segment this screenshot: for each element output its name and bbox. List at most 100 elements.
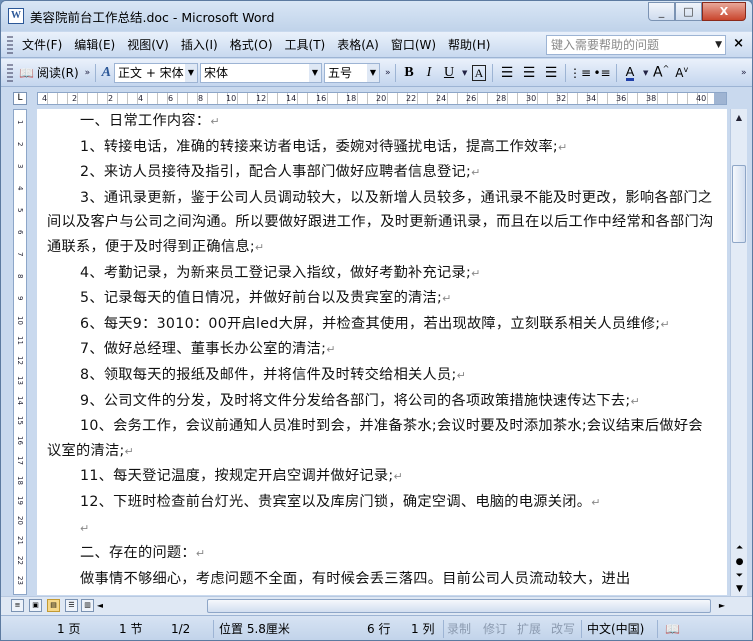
font-color-chevron-down-icon[interactable]: ▼ [640,63,650,83]
menu-view[interactable]: 视图(V) [121,34,175,56]
menu-grip-handle[interactable] [7,35,13,54]
paragraph-mark-icon: ↵ [393,470,404,484]
status-extend-selection[interactable]: 扩展 [517,620,541,638]
underline-button[interactable]: U [439,63,459,83]
next-page-icon[interactable]: ⏷ [731,569,748,583]
bulleted-list-icon: •≡ [593,65,611,80]
scroll-left-arrow-icon[interactable]: ◄ [93,599,107,613]
vertical-scroll-thumb[interactable] [732,165,746,243]
status-track-changes[interactable]: 修订 [483,620,507,638]
horizontal-ruler[interactable]: 4 2 2 4 6 8 10 12 14 16 18 20 22 24 26 2… [37,92,727,105]
help-search-input[interactable]: 键入需要帮助的问题 ▼ [546,35,726,55]
grow-font-button[interactable]: A^ [650,63,672,83]
shrink-font-button[interactable]: Av [672,63,691,83]
character-border-button[interactable]: A [469,63,489,83]
toolbar-grip-handle[interactable] [7,63,13,82]
menu-insert[interactable]: 插入(I) [175,34,224,56]
book-icon: 📖 [19,65,34,80]
bulleted-list-button[interactable]: •≡ [591,63,613,83]
align-right-button[interactable]: ☰ [540,63,562,83]
menu-format[interactable]: 格式(O) [224,34,279,56]
spelling-status-icon[interactable]: 📖 [665,620,680,638]
toolbar-options-chevron-icon[interactable]: » [738,63,748,83]
print-layout-view-icon[interactable]: ▤ [47,599,60,612]
vertical-ruler[interactable]: 1 2 3 4 5 6 7 8 9 10 11 12 13 14 15 16 1… [13,109,27,595]
tab-stop-selector[interactable]: L [13,92,27,105]
outline-view-icon[interactable]: ☰ [65,599,78,612]
horizontal-scroll-thumb[interactable] [207,599,711,613]
toolbar-options-chevron-icon[interactable]: » [382,63,392,83]
document-paragraph[interactable]: 1、转接电话，准确的转接来访者电话，委婉对待骚扰电话，提高工作效率;↵ [47,135,715,161]
horizontal-scrollbar[interactable]: ◄ ► [93,599,729,613]
browse-object-icon[interactable]: ● [731,555,748,569]
scroll-up-arrow-icon[interactable]: ▲ [731,109,747,126]
document-body[interactable]: 一、日常工作内容：↵ 1、转接电话，准确的转接来访者电话，委婉对待骚扰电话，提高工… [47,109,715,591]
font-color-button[interactable]: A [620,63,640,83]
previous-page-icon[interactable]: ⏶ [731,541,748,555]
ruler-label: 14 [286,94,297,103]
paragraph-mark-icon: ↵ [591,495,601,509]
document-paragraph[interactable]: 做事情不够细心，考虑问题不全面，有时候会丢三落四。目前公司人员流动较大，进出 [47,567,715,592]
document-paragraph[interactable]: 8、领取每天的报纸及邮件，并将信件及时转交给相关人员;↵ [47,363,715,389]
bold-button[interactable]: B [399,63,419,83]
minimize-button[interactable]: _ [648,2,675,21]
status-page-count: 1/2 [171,622,191,636]
ruler-label: 28 [496,94,507,103]
document-paragraph[interactable]: 3、通讯录更新，鉴于公司人员调动较大，以及新增人员较多，通讯录不能及时更改，影响… [47,186,715,261]
toolbar-options-chevron-icon[interactable]: » [82,63,92,83]
chevron-down-icon[interactable]: ▼ [185,63,197,82]
status-overtype[interactable]: 改写 [551,620,575,638]
document-paragraph[interactable]: 一、日常工作内容：↵ [47,109,715,135]
numbered-list-button[interactable]: ⋮≡ [569,63,591,83]
menu-help[interactable]: 帮助(H) [442,34,496,56]
web-layout-view-icon[interactable]: ▣ [29,599,42,612]
normal-view-icon[interactable]: ≡ [11,599,24,612]
align-left-button[interactable]: ☰ [496,63,518,83]
document-paragraph[interactable]: 5、记录每天的值日情况，并做好前台以及贵宾室的清洁;↵ [47,286,715,312]
scroll-down-arrow-icon[interactable]: ▼ [731,582,748,596]
status-record-macro[interactable]: 录制 [447,620,471,638]
italic-button[interactable]: I [419,63,439,83]
document-paragraph[interactable]: 12、下班时检查前台灯光、贵宾室以及库房门锁，确定空调、电脑的电源关闭。↵ [47,490,715,516]
reading-layout-button[interactable]: 📖 阅读(R) [16,63,82,83]
status-separator [443,620,444,638]
document-paragraph[interactable]: 6、每天9：3010：00开启led大屏，并检查其使用，若出现故障，立刻联系相关… [47,312,715,338]
document-paragraph[interactable]: 2、来访人员接待及指引，配合人事部门做好应聘者信息登记;↵ [47,160,715,186]
paragraph-text: 4、考勤记录，为新来员工登记录入指纹，做好考勤补充记录; [80,264,472,281]
menu-window[interactable]: 窗口(W) [385,34,442,56]
status-language[interactable]: 中文(中国) [587,620,644,638]
menu-edit[interactable]: 编辑(E) [68,34,121,56]
document-page[interactable]: 一、日常工作内容：↵ 1、转接电话，准确的转接来访者电话，委婉对待骚扰电话，提高工… [37,109,727,595]
paragraph-mark-icon: ↵ [80,521,90,535]
document-paragraph[interactable]: 4、考勤记录，为新来员工登记录入指纹，做好考勤补充记录;↵ [47,261,715,287]
document-paragraph[interactable]: 10、会务工作，会议前通知人员准时到会，并准备茶水;会议时要及时添加茶水;会议结… [47,414,715,464]
vruler-label: 6 [16,230,24,235]
document-paragraph[interactable]: 7、做好总经理、董事长办公室的清洁;↵ [47,337,715,363]
align-center-button[interactable]: ☰ [518,63,540,83]
maximize-button[interactable]: □ [675,2,702,21]
vruler-label: 13 [16,376,24,385]
word-app-icon[interactable]: W [8,8,24,24]
chevron-down-icon[interactable]: ▼ [715,36,722,54]
chevron-down-icon[interactable]: ▼ [309,63,321,82]
style-select[interactable]: 正文 + 宋体 ▼ [114,62,198,83]
close-button[interactable]: X [702,2,746,21]
close-document-button[interactable]: × [733,36,744,51]
chevron-down-icon[interactable]: ▼ [367,63,379,82]
underline-options-chevron-down-icon[interactable]: ▼ [459,63,469,83]
document-paragraph[interactable]: ↵ [47,516,715,542]
menu-bar: 文件(F) 编辑(E) 视图(V) 插入(I) 格式(O) 工具(T) 表格(A… [1,32,752,58]
menu-tools[interactable]: 工具(T) [279,34,332,56]
document-paragraph[interactable]: 二、存在的问题：↵ [47,541,715,567]
paragraph-mark-icon: ↵ [195,547,206,561]
vertical-scrollbar[interactable]: ▲ ⏶ ● ⏷ ▼ [730,109,747,596]
scroll-right-arrow-icon[interactable]: ► [715,599,729,613]
document-paragraph[interactable]: 9、公司文件的分发，及时将文件分发给各部门，将公司的各项政策措施快速传达下去;↵ [47,389,715,415]
ruler-label: 2 [72,94,78,103]
menu-file[interactable]: 文件(F) [16,34,68,56]
font-size-select[interactable]: 五号 ▼ [324,62,380,83]
styles-pane-button[interactable]: A [99,63,114,83]
document-paragraph[interactable]: 11、每天登记温度，按规定开启空调并做好记录;↵ [47,464,715,490]
menu-table[interactable]: 表格(A) [331,34,385,56]
font-select[interactable]: 宋体 ▼ [200,62,322,83]
